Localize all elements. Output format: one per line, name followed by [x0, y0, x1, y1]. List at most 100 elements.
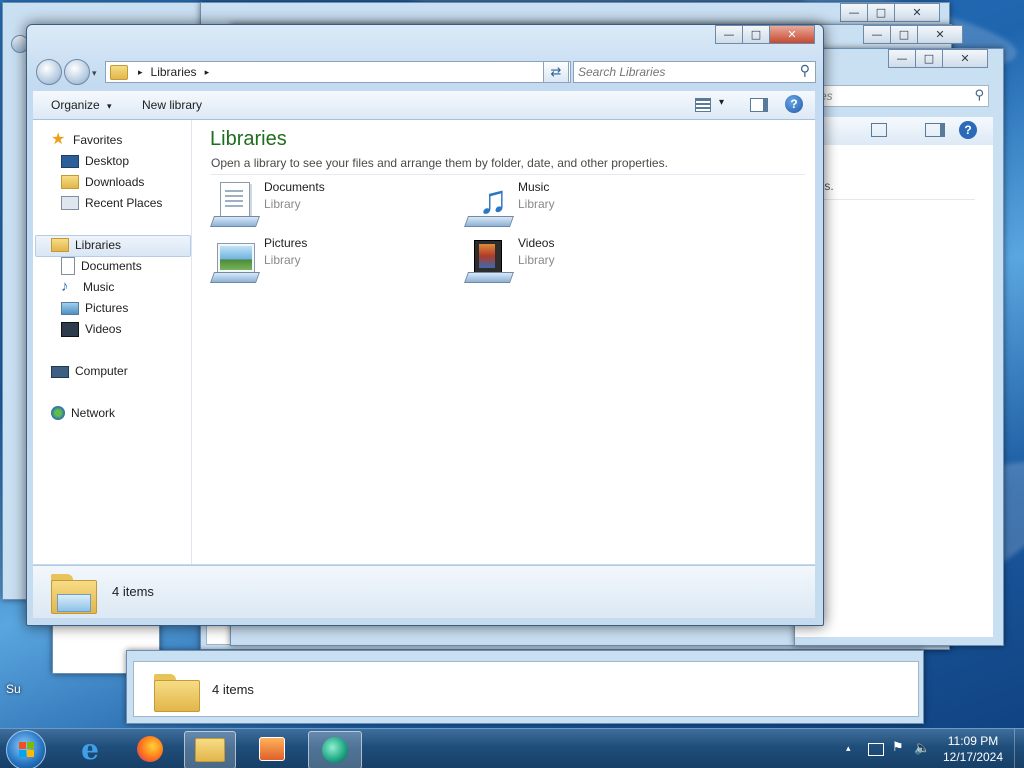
nav-item-documents[interactable]: Documents [61, 256, 142, 276]
taskbar-app[interactable] [308, 731, 362, 768]
forward-button[interactable] [64, 59, 90, 85]
details-pane: 4 items [33, 565, 815, 618]
breadcrumb-arrow-icon[interactable]: ▸ [205, 67, 210, 78]
change-view-icon[interactable] [695, 98, 711, 112]
downloads-icon [61, 175, 79, 189]
pictures-icon [61, 301, 79, 315]
nav-label: Network [71, 406, 116, 420]
libraries-folder-icon [110, 64, 128, 80]
bg-status-bar: 4 items [133, 661, 919, 717]
preview-pane-icon[interactable] [750, 98, 768, 112]
nav-item-desktop[interactable]: Desktop [61, 151, 129, 171]
nav-label: Desktop [85, 154, 130, 168]
page-title: Libraries [210, 128, 287, 150]
nav-item-videos[interactable]: Videos [61, 319, 121, 339]
maximize-icon[interactable]: □ [867, 3, 895, 22]
taskbar-clock[interactable]: 11:09 PM 12/17/2024 [940, 734, 1006, 764]
refresh-icon[interactable]: ⇄ [543, 61, 569, 83]
nav-label: Downloads [85, 175, 145, 189]
minimize-icon[interactable]: — [715, 25, 743, 44]
close-icon[interactable]: ✕ [894, 3, 940, 22]
background-window[interactable]: 4 items [126, 650, 924, 724]
minimize-icon[interactable]: — [840, 3, 868, 22]
taskbar-firefox[interactable] [128, 731, 172, 767]
maximize-icon[interactable]: □ [890, 25, 918, 44]
help-icon[interactable]: ? [959, 121, 977, 139]
explorer-folder-icon [195, 738, 225, 762]
app-icon [322, 737, 348, 763]
media-player-icon [259, 737, 285, 761]
new-library-button[interactable]: New library [142, 98, 202, 112]
breadcrumb-arrow-icon[interactable]: ▸ [138, 67, 143, 78]
nav-libraries[interactable]: Libraries [51, 235, 121, 255]
address-bar[interactable]: ▸ Libraries ▸ ▼ [105, 61, 571, 83]
back-button[interactable] [36, 59, 62, 85]
libraries-folder-icon [51, 570, 97, 614]
windows-orb-icon [19, 742, 26, 749]
close-icon[interactable]: ✕ [769, 25, 815, 44]
preview-pane-icon[interactable] [925, 123, 945, 137]
nav-label: Recent Places [85, 196, 163, 210]
close-icon[interactable]: ✕ [917, 25, 963, 44]
taskbar-windows-explorer[interactable] [184, 731, 236, 768]
item-count: 4 items [112, 584, 154, 599]
command-bar: Organize ▾ New library ▾ ? [33, 91, 815, 120]
library-name: Videos [518, 236, 555, 250]
show-hidden-icons-icon[interactable]: ▴ [846, 743, 851, 754]
library-item-music[interactable]: ♫ Music Library [463, 180, 555, 228]
breadcrumb-libraries[interactable]: Libraries [151, 65, 197, 79]
library-item-documents[interactable]: Documents Library [209, 180, 325, 228]
nav-computer[interactable]: Computer [51, 361, 128, 381]
nav-item-downloads[interactable]: Downloads [61, 172, 144, 192]
library-item-videos[interactable]: Videos Library [463, 236, 555, 284]
search-input[interactable]: ⚲ [573, 61, 816, 83]
library-item-pictures[interactable]: Pictures Library [209, 236, 307, 284]
chevron-down-icon: ▾ [107, 101, 112, 111]
firefox-icon [137, 736, 163, 762]
maximize-icon[interactable]: □ [915, 49, 943, 68]
library-name: Documents [264, 180, 325, 194]
taskbar-media-player[interactable] [250, 731, 294, 767]
action-center-flag-icon[interactable]: ⚑ [892, 739, 904, 755]
show-desktop-button[interactable] [1014, 729, 1024, 768]
views-icon[interactable] [871, 123, 887, 137]
desktop: Su — □ ✕ — □ ✕ — □ ✕ — □ ✕ es ⚲ [0, 0, 1024, 768]
computer-icon [51, 366, 69, 378]
bg-window-controls: — □ ✕ [888, 49, 988, 68]
search-icon[interactable]: ⚲ [800, 62, 810, 79]
taskbar: e ▴ ⚑ 🔈 11:09 PM 12/17/2024 [0, 728, 1024, 768]
internet-explorer-icon: e [81, 732, 99, 766]
help-icon[interactable]: ? [785, 95, 803, 113]
nav-favorites[interactable]: ★ Favorites [51, 130, 122, 150]
nav-item-recent-places[interactable]: Recent Places [61, 193, 162, 213]
recent-pages-chevron-icon[interactable]: ▾ [92, 68, 97, 79]
background-window[interactable]: — □ ✕ es ⚲ ? ies. [794, 48, 1004, 646]
search-field[interactable] [576, 63, 790, 81]
nav-item-pictures[interactable]: Pictures [61, 298, 128, 318]
nav-label: Favorites [73, 133, 123, 147]
nav-item-music[interactable]: ♪ Music [61, 277, 114, 297]
volume-muted-icon[interactable]: 🔈 [914, 740, 930, 756]
nav-label: Documents [81, 259, 142, 273]
organize-button[interactable]: Organize ▾ [51, 98, 112, 112]
library-type: Library [518, 197, 555, 211]
documents-library-icon [209, 180, 261, 228]
library-type: Library [264, 253, 301, 267]
minimize-icon[interactable]: — [863, 25, 891, 44]
recent-places-icon [61, 196, 79, 210]
bg-search-box[interactable]: es ⚲ [815, 85, 989, 107]
minimize-icon[interactable]: — [888, 49, 916, 68]
start-button[interactable] [6, 730, 46, 768]
nav-label: Music [83, 280, 115, 294]
desktop-icon-label[interactable]: Su [6, 682, 21, 696]
taskbar-internet-explorer[interactable]: e [68, 731, 112, 767]
search-icon: ⚲ [974, 87, 984, 102]
libraries-window[interactable]: — □ ✕ ▾ ▸ Libraries ▸ ▼ ⇄ ⚲ Organize ▾ N… [26, 24, 824, 626]
network-tray-icon[interactable] [868, 743, 884, 756]
divider [210, 174, 805, 175]
documents-icon [61, 257, 75, 275]
close-icon[interactable]: ✕ [942, 49, 988, 68]
views-dropdown-icon[interactable]: ▾ [719, 97, 724, 108]
maximize-icon[interactable]: □ [742, 25, 770, 44]
nav-network[interactable]: Network [51, 403, 115, 423]
